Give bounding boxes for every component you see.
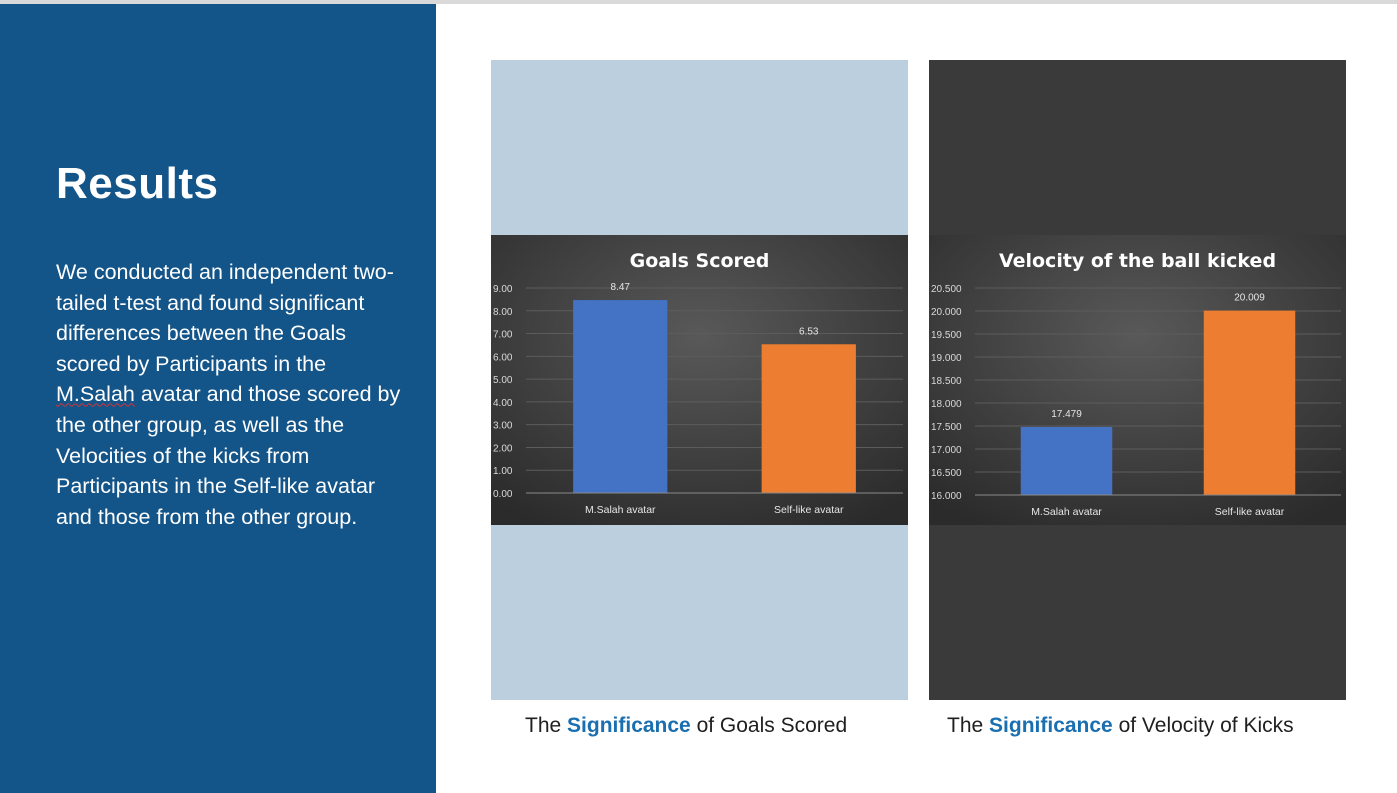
caption-highlight: Significance	[989, 714, 1113, 737]
bar	[1020, 426, 1113, 495]
y-tick-label: 0.00	[493, 489, 513, 500]
y-tick-label: 9.00	[493, 284, 513, 295]
caption-highlight: Significance	[567, 714, 691, 737]
x-tick-label: Self-like avatar	[774, 504, 844, 516]
bar	[573, 300, 668, 493]
velocity-chart: Velocity of the ball kicked 16.000 16.500 1…	[929, 235, 1346, 525]
y-tick-label: 17.500	[931, 422, 962, 433]
velocity-chart-frame[interactable]: Velocity of the ball kicked 16.000 16.500 1…	[929, 60, 1346, 700]
slide-title: Results	[56, 159, 219, 208]
y-tick-label: 19.000	[931, 353, 962, 364]
velocity-chart-caption: The Significance of Velocity of Kicks	[947, 714, 1294, 738]
body-text-part-1: We conducted an independent two-tailed t…	[56, 260, 394, 376]
y-tick-label: 8.00	[493, 307, 513, 318]
y-tick-label: 5.00	[493, 375, 513, 386]
chart-title: Velocity of the ball kicked	[999, 250, 1276, 272]
data-label: 8.47	[611, 282, 631, 293]
y-tick-label: 4.00	[493, 398, 513, 409]
data-label: 6.53	[799, 326, 819, 337]
slide-body-text: We conducted an independent two-tailed t…	[56, 257, 406, 532]
spellcheck-flagged-word: M.Salah	[56, 382, 135, 407]
caption-prefix: The	[947, 714, 990, 737]
y-tick-label: 20.000	[931, 307, 962, 318]
y-tick-label: 2.00	[493, 443, 513, 454]
caption-suffix: of Velocity of Kicks	[1112, 714, 1294, 737]
caption-suffix: of Goals Scored	[690, 714, 848, 737]
x-tick-label: M.Salah avatar	[585, 504, 656, 516]
goals-chart-frame[interactable]: Goals Scored 0.00 1.00 2.00 3.00 4.00 5.00 6.00…	[491, 60, 908, 700]
x-tick-label: Self-like avatar	[1215, 506, 1285, 518]
y-tick-label: 18.500	[931, 376, 962, 387]
y-tick-label: 18.000	[931, 399, 962, 410]
y-tick-label: 19.500	[931, 330, 962, 341]
y-tick-label: 1.00	[493, 466, 513, 477]
y-tick-label: 3.00	[493, 421, 513, 432]
y-tick-label: 16.500	[931, 468, 962, 479]
y-tick-label: 20.500	[931, 284, 962, 295]
caption-prefix: The	[525, 714, 568, 737]
y-tick-label: 6.00	[493, 352, 513, 363]
chart-title: Goals Scored	[630, 250, 770, 272]
bar	[761, 344, 856, 493]
y-tick-label: 17.000	[931, 445, 962, 456]
data-label: 20.009	[1234, 293, 1265, 304]
bar	[1203, 310, 1296, 495]
data-label: 17.479	[1051, 409, 1082, 420]
x-tick-label: M.Salah avatar	[1031, 506, 1102, 518]
goals-scored-chart: Goals Scored 0.00 1.00 2.00 3.00 4.00 5.00 6.00…	[491, 235, 908, 525]
y-tick-label: 16.000	[931, 491, 962, 502]
goals-chart-caption: The Significance of Goals Scored	[525, 714, 847, 738]
y-tick-label: 7.00	[493, 330, 513, 341]
